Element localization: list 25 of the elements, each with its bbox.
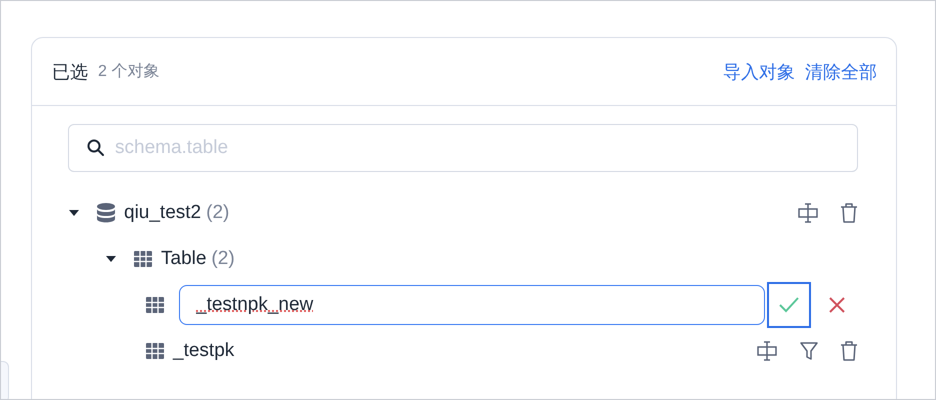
filter-icon[interactable] xyxy=(799,341,819,361)
item-count: (2) xyxy=(211,248,235,270)
confirm-button[interactable] xyxy=(767,282,811,328)
caret-icon[interactable] xyxy=(105,255,117,263)
panel-title: 已选 xyxy=(52,60,88,84)
table-icon xyxy=(134,251,152,267)
item-count: (2) xyxy=(206,202,230,224)
trash-icon[interactable] xyxy=(840,341,858,361)
trash-icon[interactable] xyxy=(840,203,858,223)
rename-icon[interactable] xyxy=(797,203,819,223)
tree-label[interactable]: Table xyxy=(161,248,206,270)
close-icon xyxy=(828,296,846,314)
rename-field[interactable]: _testnpk_new xyxy=(179,285,765,325)
header-link[interactable]: 导入对象 xyxy=(723,60,795,84)
tree-label[interactable]: qiu_test2 xyxy=(124,202,202,224)
rename-icon[interactable] xyxy=(756,341,778,361)
header-link[interactable]: 清除全部 xyxy=(805,60,877,84)
caret-icon[interactable] xyxy=(68,209,80,217)
check-icon xyxy=(778,296,800,314)
table-icon xyxy=(146,297,164,313)
table-icon xyxy=(146,343,164,359)
search-field[interactable]: schema.table xyxy=(68,124,858,172)
object-count: 2 个对象 xyxy=(98,62,160,82)
tree-label[interactable]: _testpk xyxy=(173,340,234,362)
database-icon xyxy=(97,203,115,223)
